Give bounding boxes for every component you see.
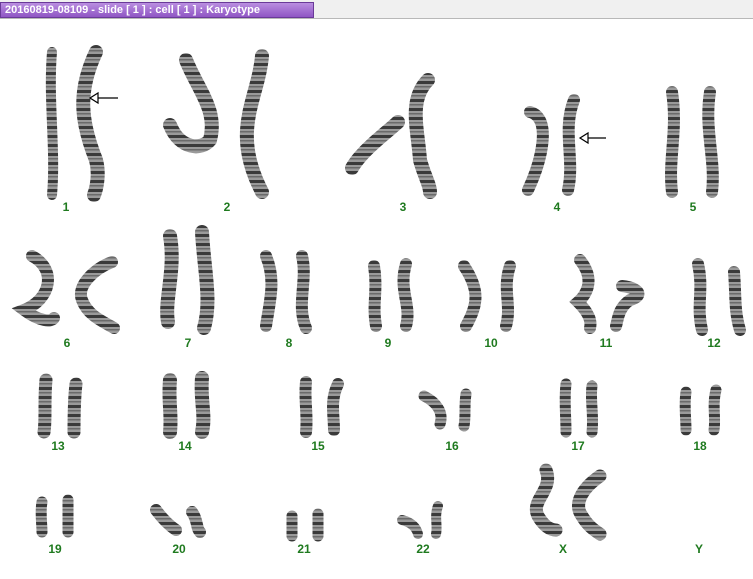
chromosome-label-y: Y bbox=[694, 542, 704, 556]
chromosome-pair-12[interactable] bbox=[692, 258, 746, 336]
chromosome-label-6: 6 bbox=[63, 336, 71, 350]
chromosome-pair-22[interactable] bbox=[397, 501, 443, 539]
chromosome bbox=[45, 47, 59, 200]
chromosome bbox=[418, 390, 447, 430]
chromosome-label-19: 19 bbox=[48, 542, 62, 556]
chromosome-label-11: 11 bbox=[599, 336, 613, 350]
chromosome-label-1: 1 bbox=[62, 200, 70, 214]
chromosome-label-9: 9 bbox=[384, 336, 392, 350]
chromosome-pair-7[interactable] bbox=[160, 225, 215, 335]
chromosome-pair-17[interactable] bbox=[559, 378, 599, 438]
chromosome bbox=[160, 229, 179, 329]
chromosome-pair-x[interactable] bbox=[529, 463, 607, 541]
chromosome bbox=[702, 86, 719, 198]
chromosome bbox=[572, 469, 607, 541]
chromosome-pair-18[interactable] bbox=[679, 384, 722, 436]
chromosome-label-14: 14 bbox=[178, 439, 192, 453]
chromosome bbox=[186, 506, 206, 538]
chromosome-label-2: 2 bbox=[223, 200, 231, 214]
chromosome bbox=[163, 53, 219, 154]
chromosome bbox=[11, 250, 60, 327]
chromosome-pair-5[interactable] bbox=[665, 86, 719, 198]
chromosome-label-x: X bbox=[558, 542, 568, 556]
chromosome-pair-14[interactable] bbox=[162, 371, 211, 439]
chromosome bbox=[692, 258, 708, 336]
chromosome bbox=[408, 73, 437, 199]
chromosome bbox=[239, 49, 269, 199]
chromosome bbox=[559, 378, 572, 438]
chromosome-pair-1[interactable] bbox=[45, 45, 105, 202]
chromosome-pair-9[interactable] bbox=[368, 258, 414, 332]
chromosome-label-18: 18 bbox=[693, 439, 707, 453]
left-arrow-icon bbox=[88, 91, 118, 105]
chromosome-label-7: 7 bbox=[184, 336, 192, 350]
chromosome-pair-4[interactable] bbox=[522, 94, 580, 196]
chromosome bbox=[35, 496, 48, 538]
chromosome bbox=[529, 463, 563, 537]
chromosome bbox=[162, 373, 178, 439]
window-titlebar: 20160819-08109 - slide [ 1 ] : cell [ 1 … bbox=[0, 0, 753, 19]
chromosome bbox=[708, 384, 722, 436]
left-arrow-icon bbox=[578, 131, 606, 145]
chromosome bbox=[562, 94, 580, 196]
chromosome-label-21: 21 bbox=[297, 542, 311, 556]
chromosome bbox=[458, 260, 482, 332]
chromosome-label-22: 22 bbox=[416, 542, 430, 556]
chromosome bbox=[610, 280, 645, 332]
chromosome bbox=[431, 501, 443, 539]
chromosome-pair-10[interactable] bbox=[458, 260, 516, 332]
chromosome bbox=[500, 260, 516, 332]
chromosome bbox=[37, 373, 53, 439]
chromosome bbox=[299, 376, 313, 438]
chromosome-label-3: 3 bbox=[399, 200, 407, 214]
chromosome-pair-19[interactable] bbox=[35, 494, 74, 538]
chromosome-label-4: 4 bbox=[553, 200, 561, 214]
chromosome bbox=[195, 225, 215, 335]
chromosome-label-16: 16 bbox=[445, 439, 459, 453]
chromosome bbox=[679, 386, 692, 436]
chromosome bbox=[345, 115, 405, 175]
chromosome-pair-6[interactable] bbox=[11, 250, 120, 334]
chromosome bbox=[397, 515, 423, 539]
chromosome-pair-8[interactable] bbox=[260, 250, 312, 334]
chromosome bbox=[67, 377, 83, 439]
chromosome-pair-21[interactable] bbox=[286, 508, 324, 542]
chromosome-pair-2[interactable] bbox=[163, 49, 269, 199]
chromosome bbox=[295, 250, 312, 334]
chromosome-label-13: 13 bbox=[51, 439, 65, 453]
chromosome bbox=[585, 380, 599, 438]
chromosome bbox=[458, 388, 472, 432]
chromosome bbox=[74, 256, 120, 334]
window-title-tab[interactable]: 20160819-08109 - slide [ 1 ] : cell [ 1 … bbox=[0, 2, 314, 18]
chromosome bbox=[327, 378, 344, 436]
chromosome-pair-13[interactable] bbox=[37, 373, 83, 439]
chromosome-pair-20[interactable] bbox=[150, 504, 206, 538]
chromosome-label-5: 5 bbox=[689, 200, 697, 214]
chromosome-pair-11[interactable] bbox=[569, 254, 645, 334]
chromosome bbox=[194, 371, 211, 439]
chromosome-pair-16[interactable] bbox=[418, 388, 472, 432]
chromosome-label-15: 15 bbox=[311, 439, 325, 453]
chromosome-label-10: 10 bbox=[484, 336, 498, 350]
chromosome-label-17: 17 bbox=[571, 439, 585, 453]
chromosome bbox=[728, 266, 746, 336]
chromosome-pair-15[interactable] bbox=[299, 376, 344, 438]
chromosome bbox=[368, 260, 382, 332]
chromosome bbox=[260, 250, 278, 332]
karyotype-canvas bbox=[11, 45, 746, 542]
chromosome bbox=[150, 504, 182, 536]
chromosome-label-20: 20 bbox=[172, 542, 186, 556]
chromosome-pair-3[interactable] bbox=[345, 73, 437, 199]
chromosome bbox=[522, 106, 549, 196]
chromosome bbox=[397, 258, 414, 332]
chromosome bbox=[76, 45, 105, 202]
chromosome-label-12: 12 bbox=[707, 336, 721, 350]
chromosome bbox=[665, 86, 680, 198]
chromosome-label-8: 8 bbox=[285, 336, 293, 350]
chromosome bbox=[569, 254, 597, 334]
